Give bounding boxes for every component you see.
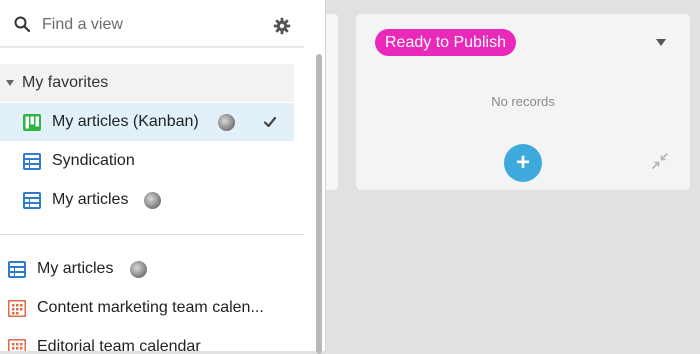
plus-icon: + xyxy=(515,149,530,176)
check-icon xyxy=(263,116,277,128)
sidebar-scrollbar[interactable] xyxy=(312,0,326,354)
favorites-section-header[interactable]: My favorites xyxy=(0,64,294,102)
gear-icon[interactable] xyxy=(273,17,291,35)
find-view-bar xyxy=(0,0,304,48)
view-item-label: Content marketing team calen... xyxy=(37,299,264,316)
calendar-icon xyxy=(8,339,26,351)
view-item-content-marketing-calendar[interactable]: Content marketing team calen... xyxy=(0,289,294,327)
view-item-label: Editorial team calendar xyxy=(37,338,201,351)
avatar xyxy=(144,192,161,209)
view-item-label: My articles xyxy=(37,260,114,277)
dropdown-arrow-icon[interactable] xyxy=(656,39,666,46)
caret-down-icon xyxy=(6,80,14,86)
search-icon xyxy=(14,16,30,32)
avatar xyxy=(218,114,235,131)
grid-icon xyxy=(23,153,41,170)
view-item-label: Syndication xyxy=(52,152,135,169)
favorites-section-label: My favorites xyxy=(22,74,109,91)
scrollbar-thumb[interactable] xyxy=(316,54,322,354)
find-view-input[interactable] xyxy=(42,12,262,38)
empty-stack-message: No records xyxy=(491,94,555,109)
calendar-icon xyxy=(8,300,26,317)
kanban-icon xyxy=(23,114,41,131)
stack-status-badge[interactable]: Ready to Publish xyxy=(375,29,516,56)
view-item-my-articles-all[interactable]: My articles xyxy=(0,250,294,288)
view-item-my-articles[interactable]: My articles xyxy=(0,181,294,219)
view-item-syndication[interactable]: Syndication xyxy=(0,142,294,180)
previous-stack-edge xyxy=(326,14,338,190)
collapse-icon[interactable] xyxy=(652,153,668,169)
grid-icon xyxy=(23,192,41,209)
grid-icon xyxy=(8,261,26,278)
view-item-editorial-calendar[interactable]: Editorial team calendar xyxy=(0,328,294,351)
view-item-label: My articles (Kanban) xyxy=(52,113,199,130)
avatar xyxy=(130,261,147,278)
add-record-button[interactable]: + xyxy=(504,144,542,182)
kanban-stack-ready-to-publish: Ready to Publish No records + xyxy=(356,14,690,190)
section-divider xyxy=(0,234,304,235)
view-sidebar: My favorites My articles (Kanban) Syndic… xyxy=(0,0,312,351)
view-item-label: My articles xyxy=(52,191,129,208)
view-item-my-articles-kanban[interactable]: My articles (Kanban) xyxy=(0,103,294,141)
